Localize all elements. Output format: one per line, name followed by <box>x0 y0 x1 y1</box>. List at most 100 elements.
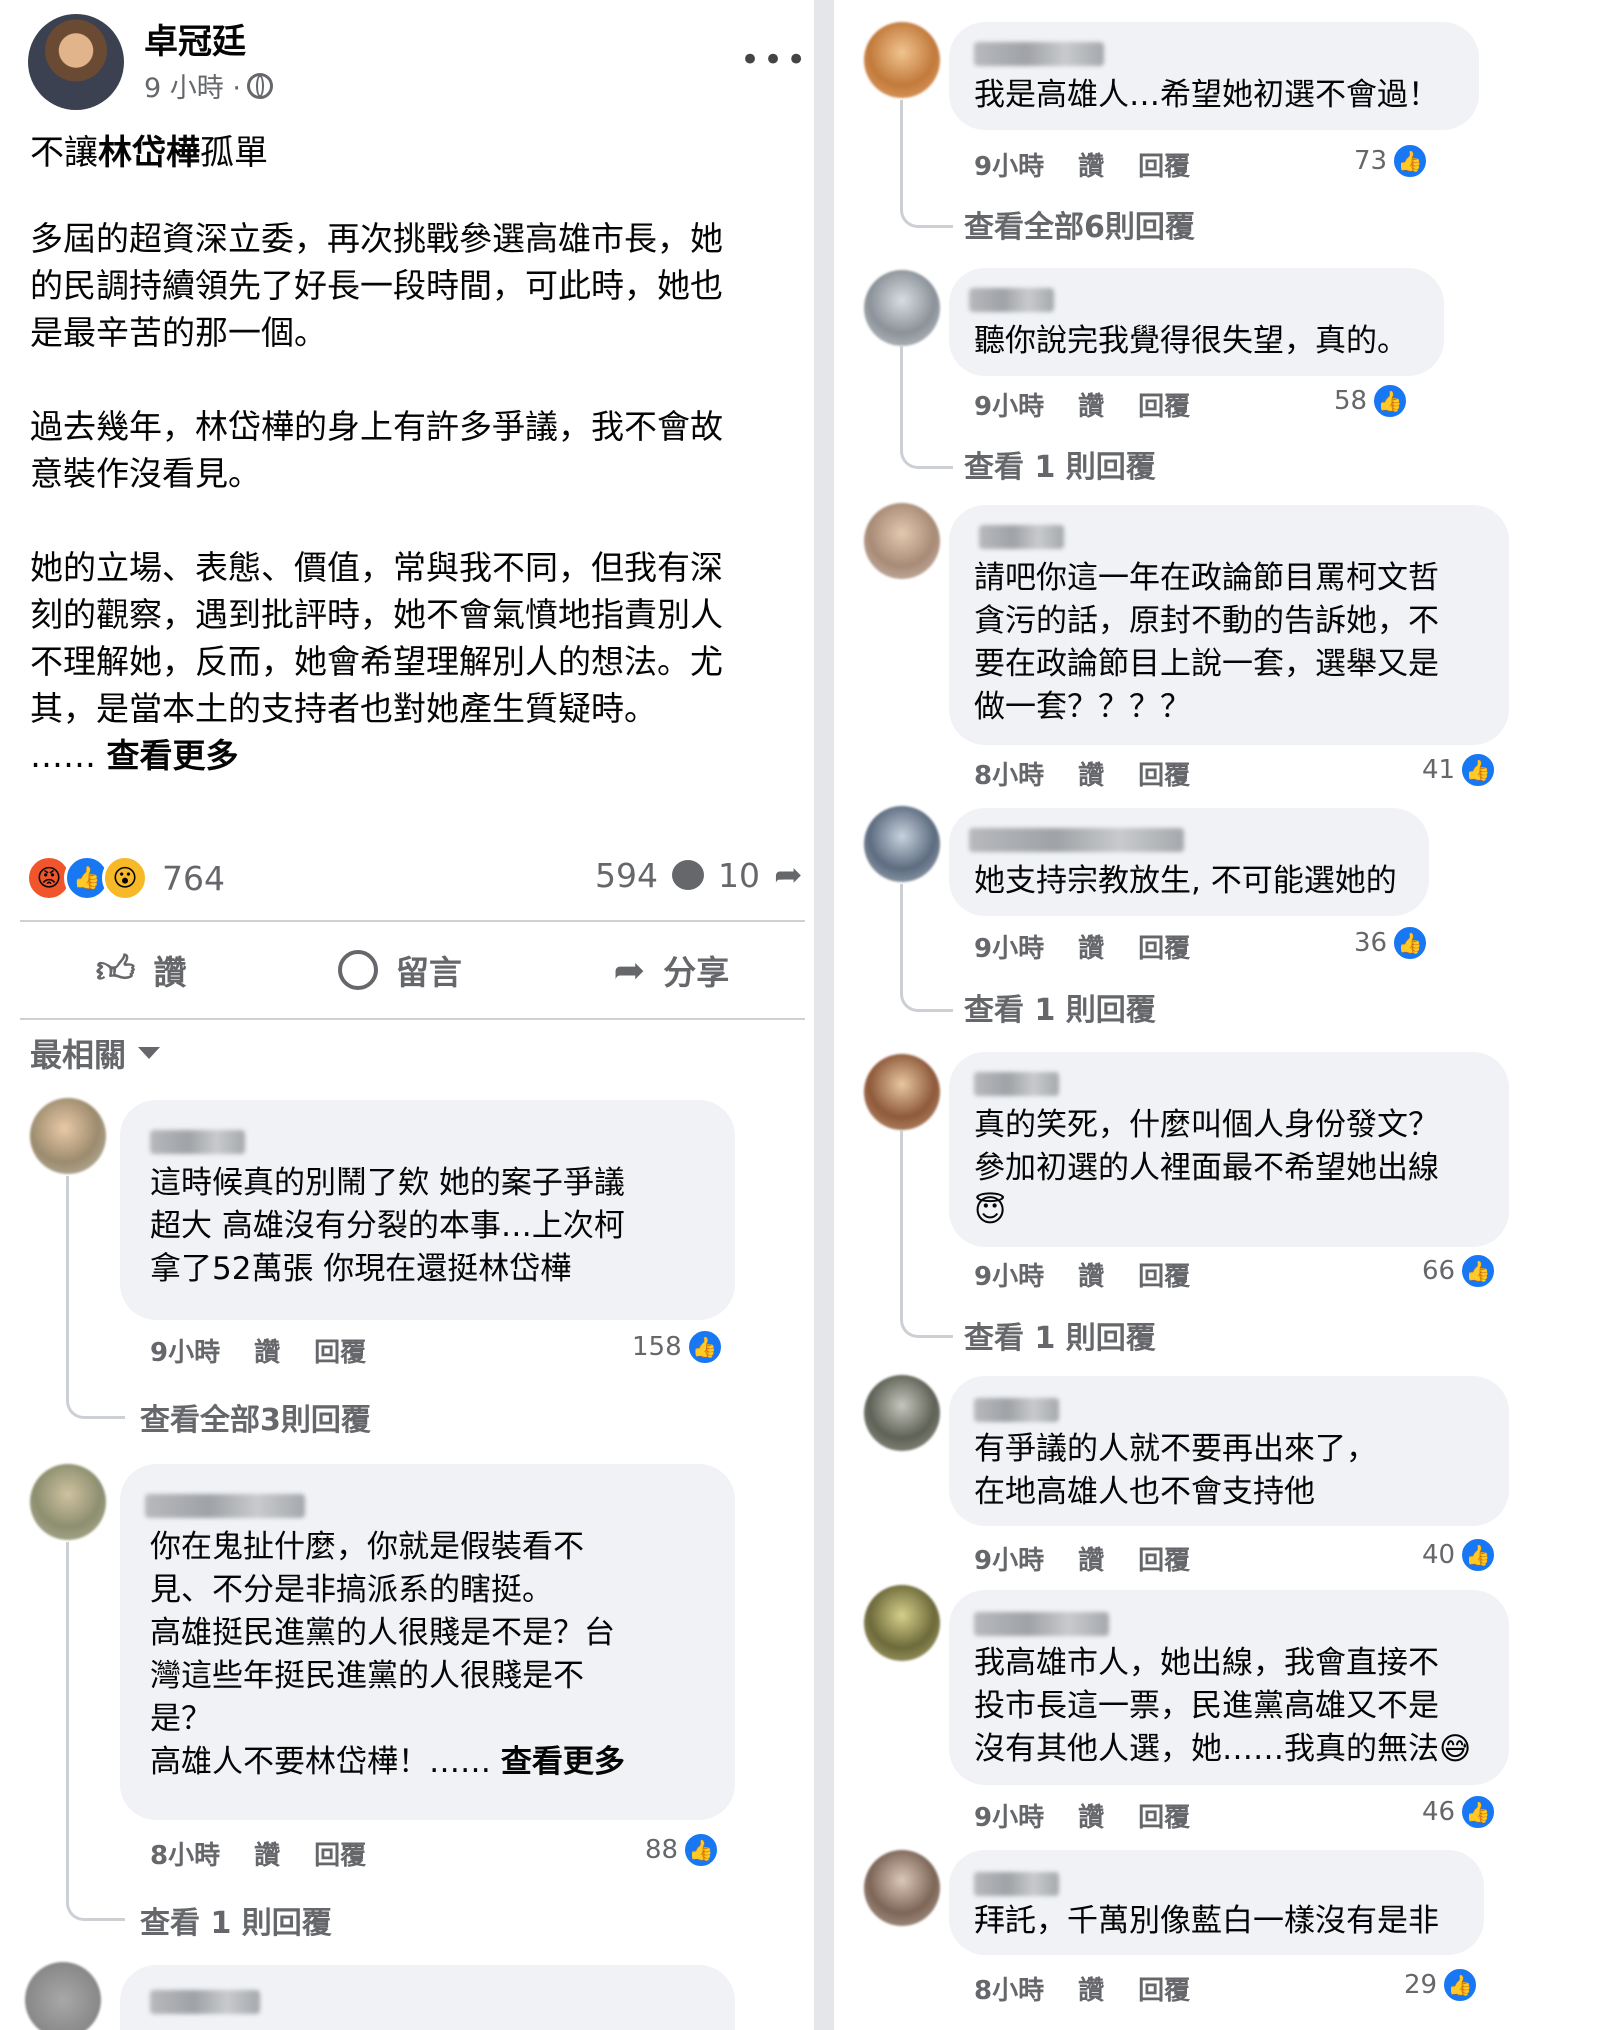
commenter-avatar[interactable] <box>30 1464 106 1540</box>
comment-like-button[interactable]: 讚 <box>1078 1540 1104 1577</box>
view-replies-link[interactable]: 查看 1 則回覆 <box>140 1898 332 1942</box>
comment-time[interactable]: 8小時 <box>150 1835 220 1872</box>
comment-time[interactable]: 9小時 <box>974 146 1044 183</box>
comment-like-button[interactable]: 讚 <box>254 1332 280 1369</box>
comment-count[interactable]: 594 <box>595 856 658 895</box>
view-replies-link[interactable]: 查看 1 則回覆 <box>964 1313 1156 1357</box>
author-avatar[interactable] <box>28 14 124 110</box>
comment-reply-button[interactable]: 回覆 <box>314 1835 366 1872</box>
comment-like-button[interactable]: 讚 <box>1078 1256 1104 1293</box>
reactions-summary[interactable]: 😡 👍 😮 764 <box>26 855 225 901</box>
comment-reply-button[interactable]: 回覆 <box>1138 1797 1190 1834</box>
view-replies-link[interactable]: 查看 1 則回覆 <box>964 985 1156 1029</box>
view-replies-link[interactable]: 查看全部6則回覆 <box>964 202 1195 246</box>
comment-reply-button[interactable]: 回覆 <box>1138 386 1190 423</box>
commenter-avatar[interactable] <box>864 806 940 882</box>
comment-like-button[interactable]: 讚 <box>1078 1970 1104 2007</box>
comment-time[interactable]: 8小時 <box>974 755 1044 792</box>
more-options-icon[interactable]: ••• <box>740 40 809 80</box>
comment-time[interactable]: 9小時 <box>974 1256 1044 1293</box>
commenter-name-blurred[interactable] <box>974 1398 1059 1422</box>
comment-likes[interactable]: 46 👍 <box>1422 1793 1498 1831</box>
comment-bubble: 你在鬼扯什麼，你就是假裝看不 見、不分是非搞派系的瞎挺。 高雄挺民進黨的人很賤是… <box>120 1464 735 1820</box>
share-count[interactable]: 10 <box>718 856 760 895</box>
commenter-avatar[interactable] <box>864 1585 940 1661</box>
post-actions: 👍︎ 讚 留言 ➦ 分享 <box>20 925 805 1015</box>
commenter-name-blurred[interactable] <box>974 42 1104 66</box>
comment-likes[interactable]: 73 👍 <box>1354 142 1430 180</box>
comment-reply-button[interactable]: 回覆 <box>1138 928 1190 965</box>
comment-likes[interactable]: 88 👍 <box>645 1831 721 1869</box>
comment-like-count: 58 <box>1334 386 1368 416</box>
post-body: 多屆的超資深立委，再次挑戰參選高雄市長，她 的民調持續領先了好長一段時間，可此時… <box>30 215 790 779</box>
like-reaction-icon: 👍 <box>1459 1252 1498 1290</box>
commenter-avatar[interactable] <box>25 1962 101 2030</box>
comment-reply-button[interactable]: 回覆 <box>1138 755 1190 792</box>
commenter-name-blurred[interactable] <box>150 1990 260 2014</box>
comment-bubble-icon <box>337 950 378 990</box>
comments-column: 我是高雄人…希望她初選不會過！ 9小時 讚 回覆 73 👍 查看全部6則回覆 聽… <box>834 0 1600 2030</box>
comment-reply-button[interactable]: 回覆 <box>1138 146 1190 183</box>
commenter-name-blurred[interactable] <box>974 1612 1109 1636</box>
comment-time[interactable]: 9小時 <box>974 928 1044 965</box>
commenter-name-blurred[interactable] <box>979 525 1064 549</box>
view-replies-link[interactable]: 查看 1 則回覆 <box>964 442 1156 486</box>
author-name[interactable]: 卓冠廷 <box>144 14 246 63</box>
thread-line <box>900 346 953 469</box>
comment-likes[interactable]: 36 👍 <box>1354 924 1430 962</box>
comment-bubble: 有爭議的人就不要再出來了， 在地高雄人也不會支持他 <box>949 1376 1509 1526</box>
see-more-link[interactable]: 查看更多 <box>107 736 239 775</box>
comment-likes[interactable]: 158 👍 <box>632 1328 724 1366</box>
comment-time[interactable]: 9小時 <box>974 1540 1044 1577</box>
comment-bubble: 她支持宗教放生, 不可能選她的 <box>949 808 1429 916</box>
comment-reply-button[interactable]: 回覆 <box>1138 1256 1190 1293</box>
commenter-avatar[interactable] <box>864 503 940 579</box>
share-button[interactable]: ➦ 分享 <box>613 946 729 994</box>
comment-likes[interactable]: 29 👍 <box>1404 1966 1480 2004</box>
comment-like-button[interactable]: 讚 <box>1078 1797 1104 1834</box>
commenter-avatar[interactable] <box>864 1054 940 1130</box>
commenter-avatar[interactable] <box>864 22 940 98</box>
comment-likes[interactable]: 58 👍 <box>1334 382 1410 420</box>
comment-likes[interactable]: 40 👍 <box>1422 1536 1498 1574</box>
comment-likes[interactable]: 41 👍 <box>1422 751 1498 789</box>
comment-text: 聽你說完我覺得很失望，真的。 <box>974 323 1408 359</box>
column-divider <box>814 0 834 2030</box>
like-reaction-icon: 👍 <box>1391 142 1430 180</box>
comment-reply-button[interactable]: 回覆 <box>1138 1540 1190 1577</box>
comment-like-button[interactable]: 讚 <box>254 1835 280 1872</box>
comment-like-button[interactable]: 讚 <box>1078 928 1104 965</box>
sort-dropdown[interactable]: 最相關 <box>30 1030 161 1076</box>
commenter-avatar[interactable] <box>864 1850 940 1926</box>
see-more-link[interactable]: 查看更多 <box>501 1744 625 1780</box>
view-replies-link[interactable]: 查看全部3則回覆 <box>140 1395 371 1439</box>
commenter-name-blurred[interactable] <box>969 828 1184 852</box>
comment-like-button[interactable]: 讚 <box>1078 755 1104 792</box>
comment-like-count: 29 <box>1404 1970 1438 2000</box>
commenter-name-blurred[interactable] <box>974 1072 1059 1096</box>
like-reaction-icon: 👍 <box>1459 751 1498 789</box>
commenter-avatar[interactable] <box>864 270 940 346</box>
comment-like-count: 73 <box>1354 146 1388 176</box>
comment-reply-button[interactable]: 回覆 <box>1138 1970 1190 2007</box>
commenter-avatar[interactable] <box>30 1098 106 1174</box>
commenter-name-blurred[interactable] <box>969 288 1054 312</box>
commenter-name-blurred[interactable] <box>974 1872 1059 1896</box>
comment-like-button[interactable]: 讚 <box>1078 146 1104 183</box>
comment-time[interactable]: 9小時 <box>974 1797 1044 1834</box>
post-time[interactable]: 9 小時 · <box>144 66 241 105</box>
like-reaction-icon: 👍 <box>1459 1536 1498 1574</box>
comment-time[interactable]: 9小時 <box>974 386 1044 423</box>
commenter-name-blurred[interactable] <box>150 1130 245 1154</box>
comment-button[interactable]: 留言 <box>337 946 462 994</box>
commenter-avatar[interactable] <box>864 1375 940 1451</box>
comment-text: 拜託，千萬別像藍白一樣沒有是非 <box>974 1903 1439 1939</box>
comment-like-button[interactable]: 讚 <box>1078 386 1104 423</box>
like-label: 讚 <box>153 953 187 992</box>
comment-reply-button[interactable]: 回覆 <box>314 1332 366 1369</box>
comment-likes[interactable]: 66 👍 <box>1422 1252 1498 1290</box>
comment-time[interactable]: 9小時 <box>150 1332 220 1369</box>
comment-time[interactable]: 8小時 <box>974 1970 1044 2007</box>
commenter-name-blurred[interactable] <box>145 1494 305 1518</box>
like-button[interactable]: 👍︎ 讚 <box>96 946 187 994</box>
